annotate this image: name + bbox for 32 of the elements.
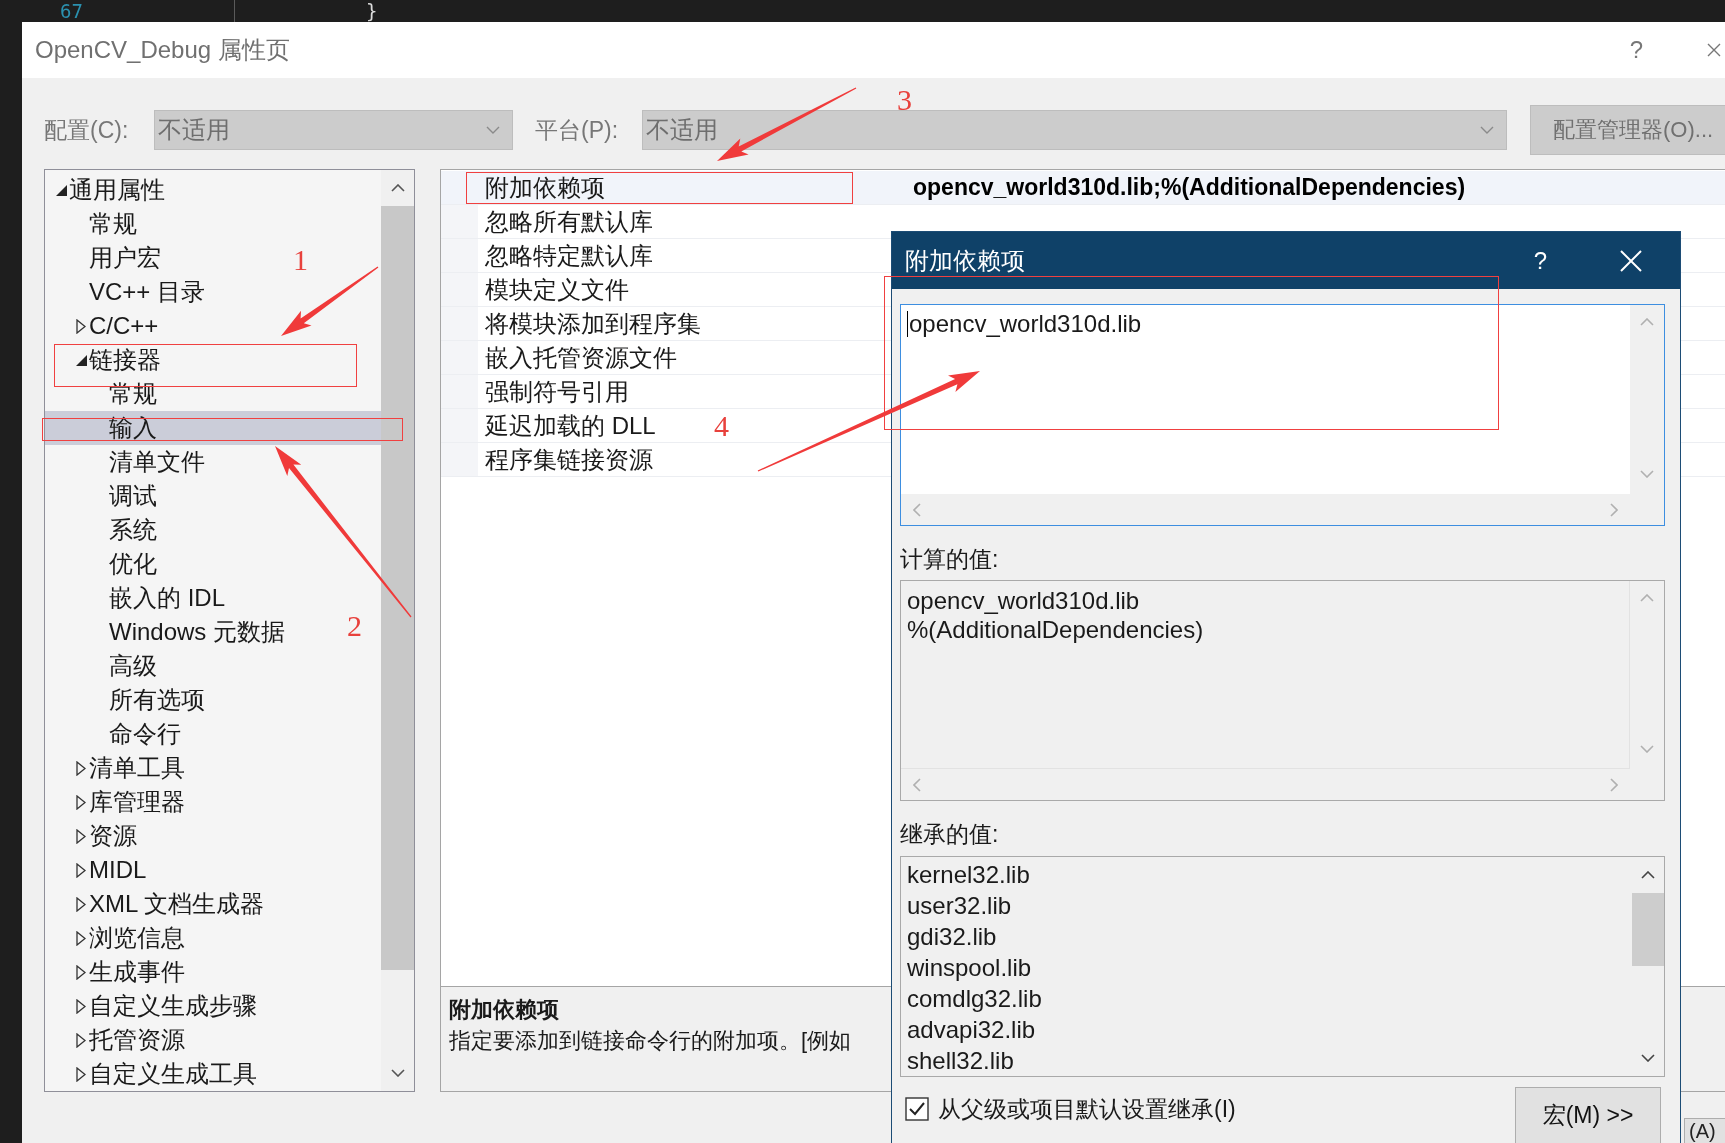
value-line: comdlg32.lib [907,985,1042,1012]
property-name: 强制符号引用 [485,377,629,405]
value-line: kernel32.lib [907,861,1030,888]
value-line: shell32.lib [907,1047,1014,1074]
section-label: 计算的值: [900,546,999,572]
field-label: 平台(P): [535,115,620,145]
annotation-number: 4 [714,410,729,442]
dialog-title: 附加依赖项 [905,245,1025,276]
code-text: } [366,0,378,22]
line-number: 67 [60,0,84,22]
property-value: opencv_world310d.lib;%(AdditionalDependencies) [913,174,1466,201]
property-name: 附加依赖项 [485,173,605,201]
value-line: winspool.lib [907,954,1032,981]
property-name: 忽略特定默认库 [485,241,653,269]
value-line: gdi32.lib [907,923,997,950]
property-name: 程序集链接资源 [485,445,653,473]
value-line: user32.lib [907,892,1012,919]
section-label: 继承的值: [900,821,999,847]
field-label: 配置(C): [44,115,130,145]
annotation-number: 2 [347,610,362,642]
value-line: %(AdditionalDependencies) [907,616,1204,643]
property-name: 延迟加载的 DLL [485,411,656,439]
description-text: 指定要添加到链接命令行的附加项。[例如 [449,1028,852,1053]
description-title: 附加依赖项 [449,997,559,1022]
value-line: advapi32.lib [907,1016,1036,1043]
value-line: opencv_world310d.lib [907,587,1140,614]
property-name: 嵌入托管资源文件 [485,343,677,371]
property-name: 模块定义文件 [485,275,629,303]
property-name: 将模块添加到程序集 [485,309,701,337]
property-name: 忽略所有默认库 [485,207,653,235]
annotation-number: 1 [293,244,308,276]
window-title: OpenCV_Debug 属性页 [35,35,290,65]
